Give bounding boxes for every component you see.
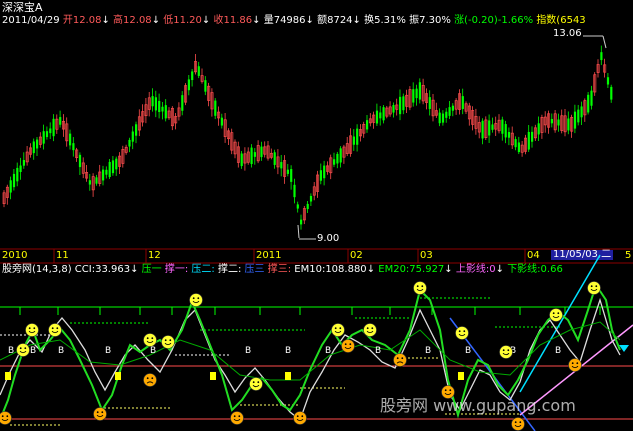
indicator-chart[interactable]: B B B B B B B B B B B B B <box>0 0 633 431</box>
b-marker-icon: B <box>58 346 64 356</box>
smiley-icon <box>25 323 39 337</box>
smiley-icon <box>48 323 62 337</box>
b-marker-icon: B <box>285 346 291 356</box>
b-marker-icon: B <box>105 346 111 356</box>
b-marker-icon: B <box>465 346 471 356</box>
b-marker-icon: B <box>425 346 431 356</box>
smiley-icon <box>331 323 345 337</box>
b-marker-icon: B <box>245 346 251 356</box>
b-marker-icon: B <box>30 346 36 356</box>
sad-face-icon <box>393 353 407 367</box>
smiley-icon <box>511 417 525 431</box>
smiley-icon <box>363 323 377 337</box>
smiley-icon <box>293 411 307 425</box>
b-marker-icon: B <box>555 346 561 356</box>
smiley-icon <box>341 339 355 353</box>
b-marker-icon: B <box>8 346 14 356</box>
smiley-icon <box>413 281 427 295</box>
smiley-icon <box>455 326 469 340</box>
b-marker-icon: B <box>325 346 331 356</box>
b-marker-icon: B <box>150 346 156 356</box>
smiley-icon <box>161 335 175 349</box>
smiley-icon <box>0 411 12 425</box>
smiley-icon <box>16 343 30 357</box>
sad-face-icon <box>143 373 157 387</box>
smiley-icon <box>249 377 263 391</box>
smiley-icon <box>549 308 563 322</box>
smiley-icon <box>499 345 513 359</box>
smiley-icon <box>568 358 582 372</box>
b-marker-icon: B <box>375 346 381 356</box>
smiley-icon <box>587 281 601 295</box>
down-triangle-icon <box>619 345 629 352</box>
smiley-icon <box>189 293 203 307</box>
smiley-icon <box>93 407 107 421</box>
watermark: 股旁网 www.gupang.com <box>380 396 576 415</box>
smiley-icon <box>230 411 244 425</box>
smiley-icon <box>143 333 157 347</box>
